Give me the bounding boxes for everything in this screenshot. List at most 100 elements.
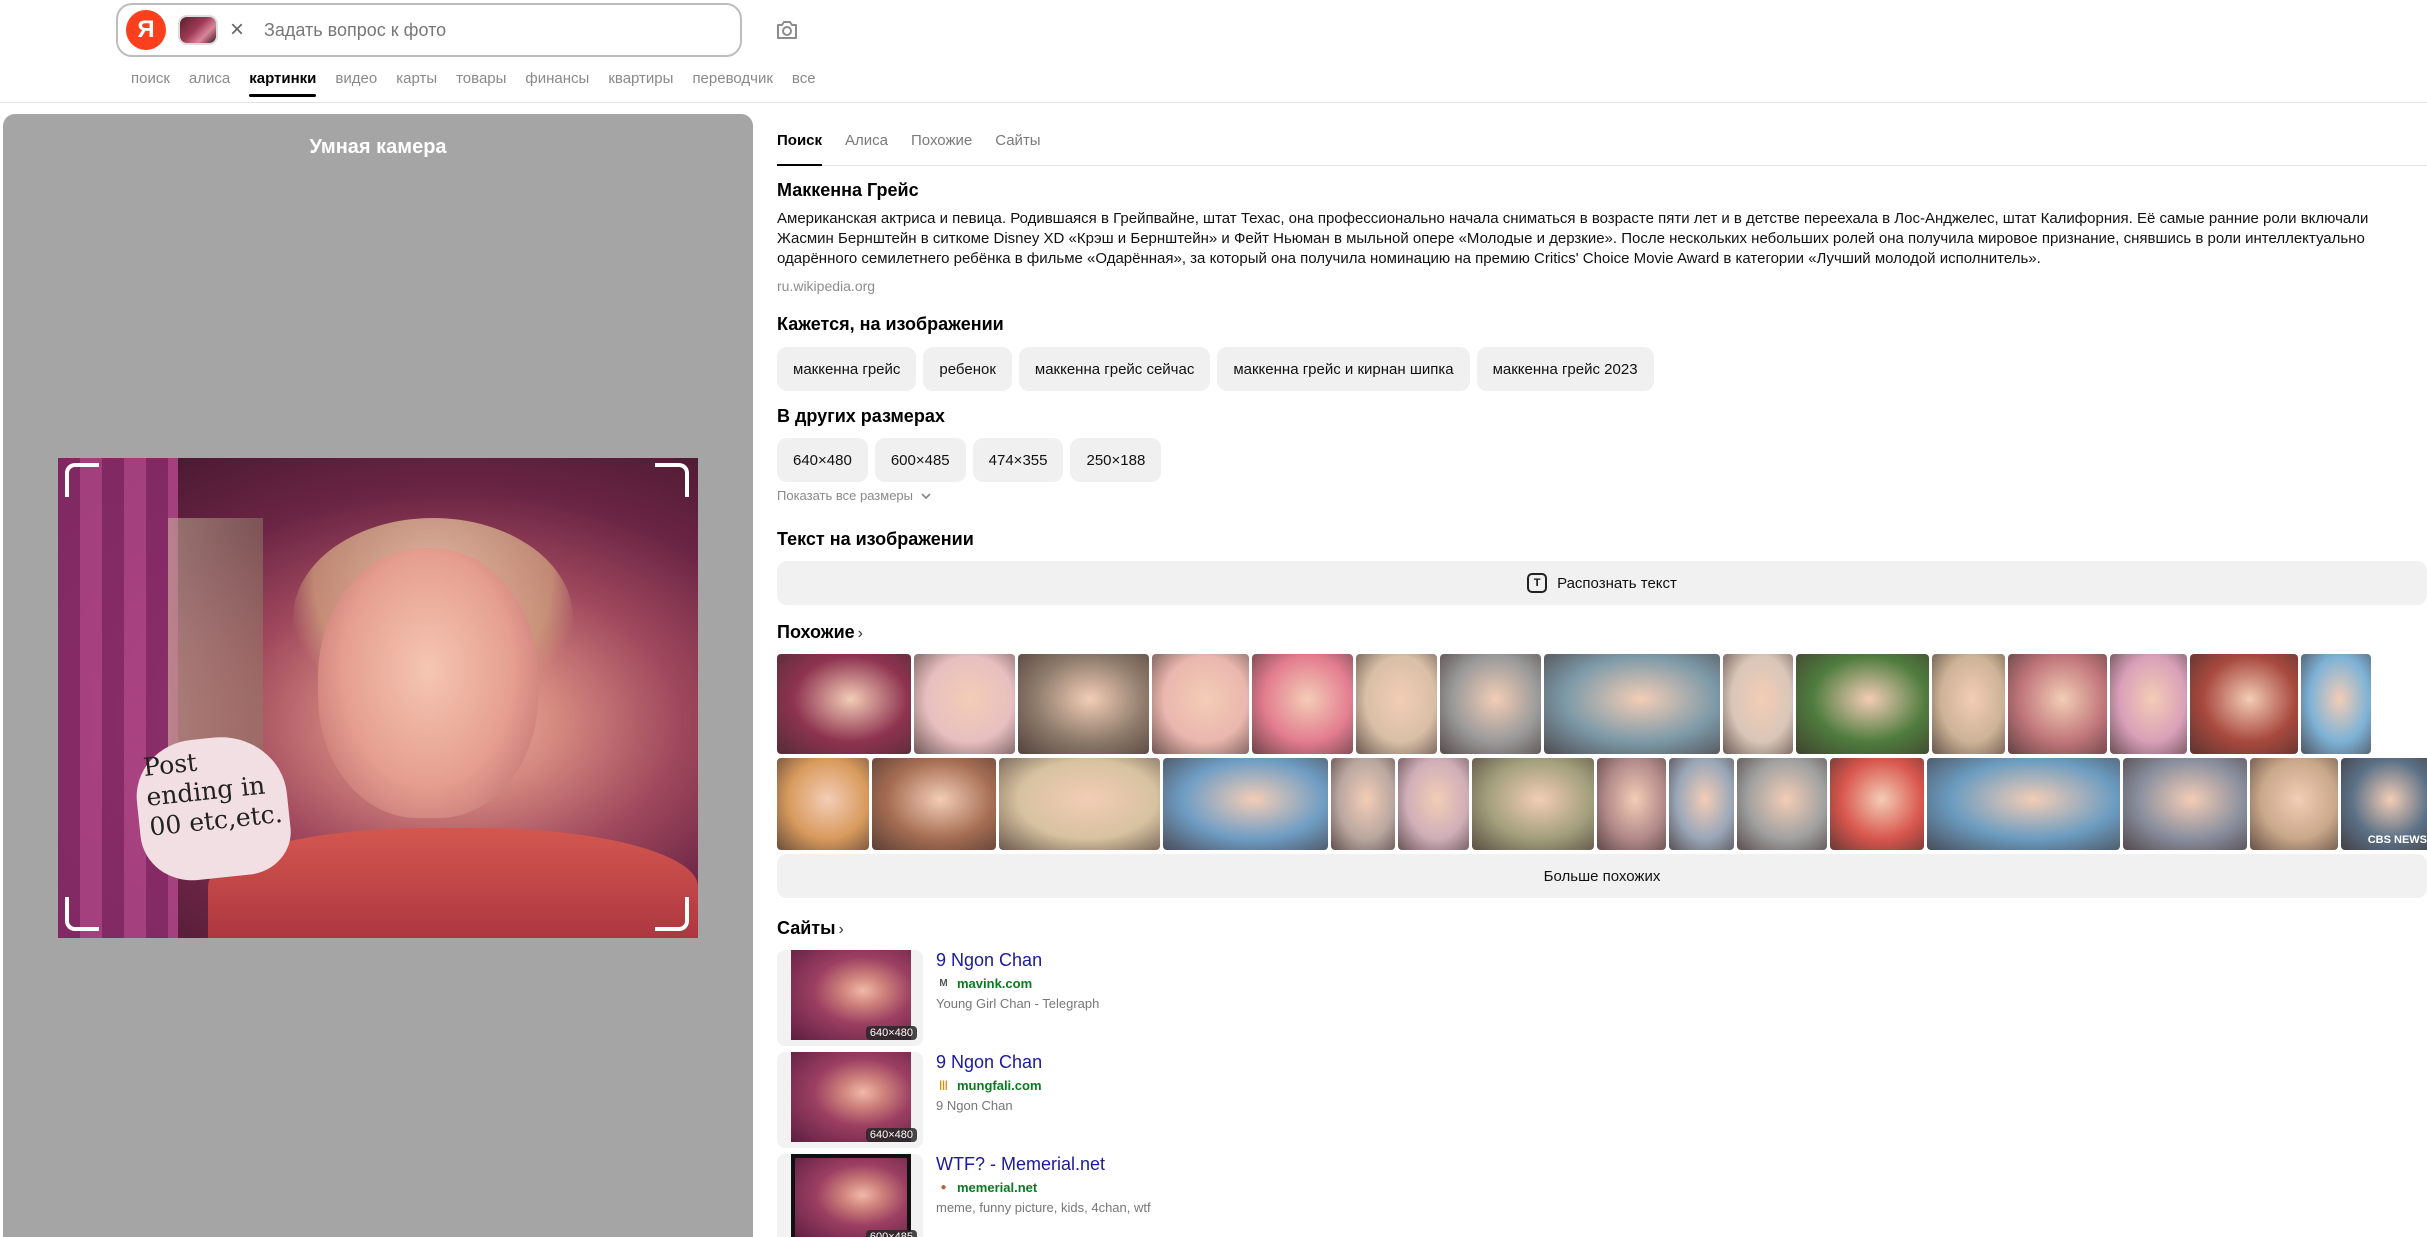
recognize-text-label: Распознать текст (1557, 574, 1677, 592)
sites-title-link[interactable]: Сайты › (777, 918, 844, 939)
site-title-link[interactable]: 9 Ngon Chan (936, 950, 1042, 971)
similar-image-thumb[interactable] (1163, 758, 1328, 850)
crop-corner-handle[interactable] (655, 897, 689, 931)
site-thumb[interactable]: 640×480 (777, 950, 923, 1046)
nav-item[interactable]: алиса (189, 70, 230, 97)
similar-title-link[interactable]: Похожие › (777, 622, 863, 643)
similar-image-thumb[interactable] (777, 654, 911, 754)
similar-image-thumb[interactable] (2301, 654, 2371, 754)
image-size-badge: 600×485 (865, 1230, 917, 1237)
site-favicon-icon: ● (940, 1182, 947, 1193)
similar-image-thumb[interactable] (1597, 758, 1666, 850)
similar-image-thumb[interactable] (872, 758, 996, 850)
more-similar-button[interactable]: Больше похожих (777, 854, 2427, 898)
site-favicon-icon: ||| (939, 1080, 948, 1091)
similar-image-thumb[interactable] (1796, 654, 1929, 754)
similar-image-thumb[interactable] (1440, 654, 1541, 754)
similar-title: Похожие (777, 622, 855, 642)
nav-item[interactable]: финансы (525, 70, 589, 97)
similar-image-thumb[interactable] (1398, 758, 1469, 850)
clear-photo-icon[interactable]: × (226, 18, 248, 42)
similar-image-thumb[interactable] (1018, 654, 1149, 754)
recognize-text-button[interactable]: T Распознать текст (777, 561, 2427, 605)
image-size-badge: 640×480 (865, 1128, 917, 1142)
crop-corner-handle[interactable] (65, 897, 99, 931)
site-host-link[interactable]: ||| mungfali.com (936, 1078, 1042, 1093)
similar-image-thumb[interactable] (914, 654, 1015, 754)
chevron-right-icon: › (857, 625, 863, 642)
size-chips: 640×480 600×485 474×355 250×188 (777, 438, 1162, 482)
yandex-logo[interactable]: Я (126, 10, 166, 50)
similar-image-thumb[interactable] (1669, 758, 1734, 850)
similar-image-thumb[interactable] (1737, 758, 1827, 850)
similar-image-thumb[interactable]: CBS NEWS (2341, 758, 2427, 850)
similar-image-thumb[interactable] (2123, 758, 2247, 850)
similar-row-2: CBS NEWS (777, 758, 2427, 850)
similar-image-thumb[interactable] (2110, 654, 2187, 754)
site-snippet: Young Girl Chan - Telegraph (936, 996, 1100, 1011)
chevron-down-icon (920, 493, 931, 500)
tab-3[interactable]: Похожие (911, 132, 972, 165)
similar-image-thumb[interactable] (1830, 758, 1924, 850)
entity-suggestion-chip[interactable]: маккенна грейс (777, 347, 917, 391)
results-tabs: Поиск Алиса Похожие Сайты (777, 114, 2427, 166)
site-thumb[interactable]: 640×480 (777, 1052, 923, 1148)
show-all-sizes-link[interactable]: Показать все размеры (777, 488, 932, 503)
search-box[interactable]: Я × Задать вопрос к фото (116, 3, 742, 57)
site-host-label: mungfali.com (957, 1078, 1042, 1093)
entity-suggestion-chip[interactable]: маккенна грейс и кирнан шипка (1217, 347, 1470, 391)
query-photo: Post ending in 00 etc,etc. (58, 458, 698, 938)
entity-source-link[interactable]: ru.wikipedia.org (777, 278, 875, 294)
image-source-tag: CBS NEWS (2367, 834, 2427, 846)
similar-image-thumb[interactable] (1544, 654, 1720, 754)
crop-corner-handle[interactable] (655, 463, 689, 497)
nav-item[interactable]: картинки (249, 70, 317, 97)
similar-image-thumb[interactable] (1152, 654, 1249, 754)
nav-item[interactable]: квартиры (608, 70, 673, 97)
nav-item[interactable]: видео (335, 70, 377, 97)
camera-icon[interactable] (772, 16, 802, 44)
site-host-link[interactable]: Mmavink.com (936, 976, 1032, 991)
nav-item[interactable]: товары (456, 70, 506, 97)
similar-image-thumb[interactable] (1252, 654, 1353, 754)
site-result: 640×480 9 Ngon Chan ||| mungfali.com 9 Ngon … (777, 1052, 1777, 1148)
photo-face (318, 548, 538, 818)
nav-item[interactable]: поиск (131, 70, 170, 97)
similar-image-thumb[interactable] (1932, 654, 2005, 754)
site-title-link[interactable]: 9 Ngon Chan (936, 1052, 1042, 1073)
entity-suggestion-chip[interactable]: маккенна грейс сейчас (1018, 347, 1211, 391)
site-host-label: memerial.net (957, 1180, 1038, 1195)
crop-corner-handle[interactable] (65, 463, 99, 497)
entity-suggestion-chip[interactable]: маккенна грейс 2023 (1476, 347, 1654, 391)
similar-image-thumb[interactable] (777, 758, 869, 850)
site-thumb-image (791, 1154, 911, 1237)
site-host-link[interactable]: ● memerial.net (936, 1180, 1037, 1195)
results-panel: Поиск Алиса Похожие Сайты Маккенна Грейс Ам… (777, 114, 2427, 1237)
nav-item[interactable]: карты (396, 70, 437, 97)
entity-suggestion-chip[interactable]: ребенок (923, 347, 1012, 391)
size-option-chip[interactable]: 600×485 (874, 438, 966, 482)
similar-image-thumb[interactable] (2250, 758, 2338, 850)
tab-4[interactable]: Сайты (995, 132, 1040, 165)
similar-image-thumb[interactable] (999, 758, 1160, 850)
nav-item[interactable]: переводчик (692, 70, 772, 97)
similar-image-thumb[interactable] (1723, 654, 1793, 754)
tab-1[interactable]: Поиск (777, 132, 823, 166)
nav-item[interactable]: все (792, 70, 816, 97)
similar-image-thumb[interactable] (2008, 654, 2107, 754)
similar-image-thumb[interactable] (1356, 654, 1437, 754)
similar-image-thumb[interactable] (2190, 654, 2298, 754)
similar-image-thumb[interactable] (1927, 758, 2120, 850)
site-snippet: meme, funny picture, kids, 4chan, wtf (936, 1200, 1151, 1215)
size-option-chip[interactable]: 250×188 (1070, 438, 1162, 482)
size-option-chip[interactable]: 474×355 (972, 438, 1064, 482)
search-input[interactable]: Задать вопрос к фото (264, 20, 446, 41)
site-title-link[interactable]: WTF? - Memerial.net (936, 1154, 1105, 1175)
similar-image-thumb[interactable] (1472, 758, 1594, 850)
similar-image-thumb[interactable] (1331, 758, 1395, 850)
uploaded-photo-chip[interactable] (178, 15, 218, 45)
site-thumb[interactable]: 600×485 (777, 1154, 923, 1237)
tab-2[interactable]: Алиса (845, 132, 888, 165)
size-option-chip[interactable]: 640×480 (777, 438, 868, 482)
sizes-title: В других размерах (777, 406, 945, 426)
